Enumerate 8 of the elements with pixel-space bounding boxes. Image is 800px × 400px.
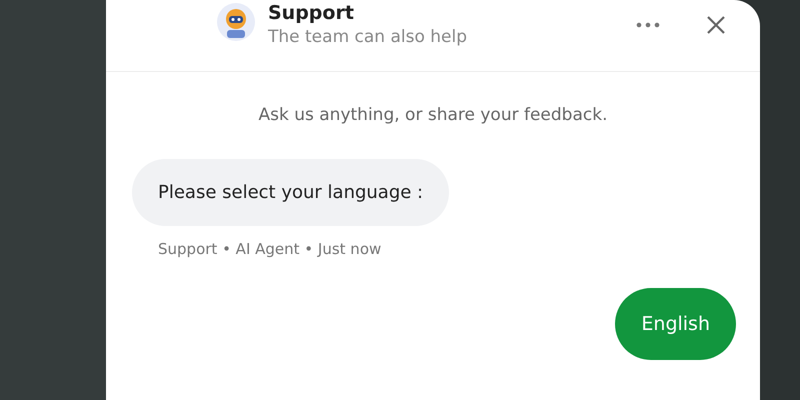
- more-icon[interactable]: [636, 22, 660, 28]
- language-option-button[interactable]: English: [615, 288, 736, 360]
- message-bubble: Please select your language :: [132, 159, 450, 226]
- header-title: Support: [268, 2, 355, 24]
- header-subtitle: The team can also help: [268, 27, 468, 47]
- intro-text: Ask us anything, or share your feedback.: [257, 105, 608, 125]
- close-icon[interactable]: [706, 14, 726, 34]
- message-meta: Support • AI Agent • Just now: [158, 240, 382, 258]
